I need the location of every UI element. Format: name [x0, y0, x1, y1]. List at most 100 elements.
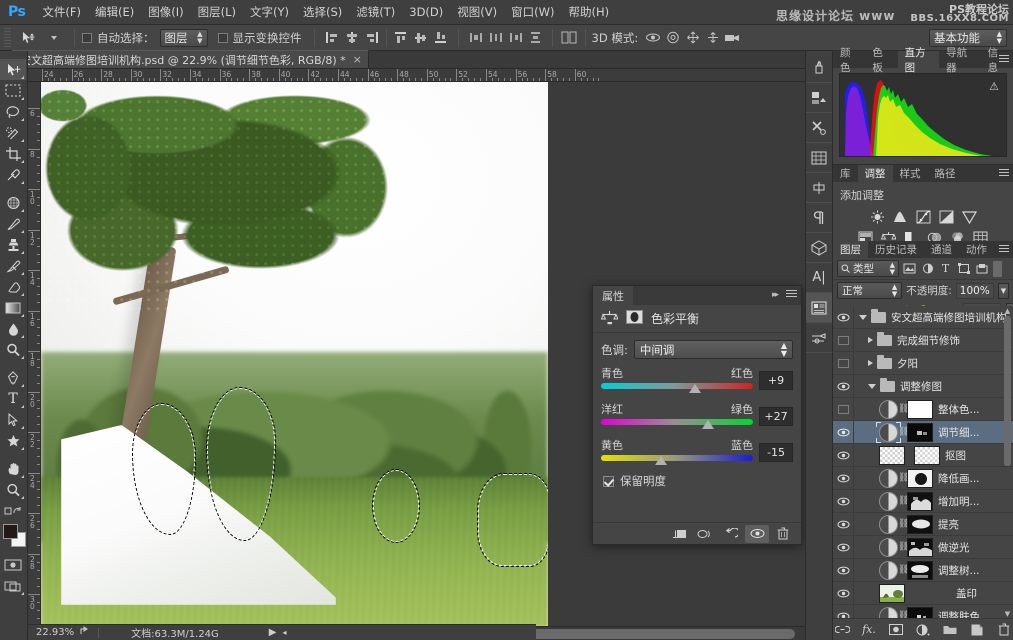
yellow-blue-knob[interactable] — [655, 456, 667, 465]
auto-select-checkbox[interactable] — [82, 33, 92, 43]
magenta-green-value[interactable]: +27 — [759, 407, 793, 426]
filter-smart-objects-icon[interactable] — [974, 261, 989, 277]
selection-marquee-3[interactable] — [373, 470, 419, 542]
character-icon[interactable]: A| — [806, 263, 832, 293]
group-expand-icon[interactable] — [859, 315, 867, 320]
eraser-tool[interactable] — [0, 276, 26, 297]
table-row[interactable]: ⛓ 调整树... — [833, 559, 1013, 582]
status-chevron-icon[interactable]: ▶ — [269, 627, 277, 638]
3d-icon[interactable] — [806, 233, 832, 263]
preserve-luminosity-row[interactable]: 保留明度 — [593, 463, 801, 489]
group-expand-icon[interactable] — [868, 360, 873, 366]
hand-tool[interactable] — [0, 458, 26, 479]
show-transform-checkbox[interactable] — [218, 33, 228, 43]
menu-help[interactable]: 帮助(H) — [561, 0, 616, 24]
tone-dropdown[interactable]: 中间调 ▲▼ — [634, 340, 793, 359]
timeline-icon[interactable] — [806, 143, 832, 173]
layer-name[interactable]: 安文超高端修图培训机构 — [891, 310, 1007, 325]
auto-align-layers-icon[interactable] — [559, 29, 579, 47]
layer-mask-thumbnail[interactable] — [907, 423, 933, 442]
table-row[interactable]: ⛓ 整体色... — [833, 398, 1013, 421]
layer-name[interactable]: 整体色... — [938, 402, 980, 417]
history-brush-tool[interactable] — [0, 255, 26, 276]
adjustment-thumbnail[interactable] — [879, 607, 898, 619]
distribute-horizontal-centers-icon[interactable] — [486, 29, 506, 47]
selection-marquee-4[interactable] — [478, 474, 548, 566]
clip-to-layer-icon[interactable] — [667, 525, 691, 543]
tab-layers[interactable]: 图层 — [833, 241, 868, 258]
layer-filter-type-dropdown[interactable]: 类型 ▲▼ — [837, 260, 899, 277]
layer-visibility-icon[interactable] — [833, 536, 853, 559]
zoom-tool[interactable] — [0, 479, 26, 500]
layer-visibility-icon[interactable] — [833, 306, 853, 329]
tab-histogram[interactable]: 直方图 — [898, 51, 940, 68]
tab-libraries[interactable]: 库 — [833, 165, 858, 182]
layer-name[interactable]: 调整肤色 — [938, 609, 980, 619]
layers-panel-menu-icon[interactable] — [999, 245, 1009, 252]
adjustment-thumbnail[interactable] — [879, 469, 898, 488]
new-adjustment-icon[interactable] — [915, 622, 931, 638]
tab-paths[interactable]: 路径 — [928, 165, 963, 182]
distribute-top-edges-icon[interactable] — [526, 29, 546, 47]
layer-name[interactable]: 做逆光 — [938, 540, 970, 555]
link-layers-icon[interactable] — [834, 622, 850, 638]
blur-tool[interactable] — [0, 318, 26, 339]
magenta-green-track[interactable] — [601, 419, 753, 425]
group-expand-icon[interactable] — [868, 337, 873, 343]
exposure-icon[interactable] — [936, 208, 956, 225]
align-icon[interactable] — [806, 173, 832, 203]
tab-actions[interactable]: 动作 — [959, 241, 994, 258]
opacity-stepper[interactable]: ▼ — [998, 283, 1009, 299]
layer-name[interactable]: 抠图 — [945, 448, 966, 463]
layer-mask-thumbnail[interactable] — [907, 538, 933, 557]
foreground-color-swatch[interactable] — [3, 524, 18, 539]
layer-visibility-icon[interactable] — [833, 513, 853, 536]
layer-mask-thumbnail[interactable] — [907, 469, 933, 488]
table-row[interactable]: ⛓ 降低画... — [833, 467, 1013, 490]
3d-roll-icon[interactable] — [663, 29, 683, 47]
dodge-tool[interactable] — [0, 339, 26, 360]
layer-visibility-icon[interactable] — [833, 421, 853, 444]
move-tool[interactable] — [0, 59, 26, 80]
table-row[interactable]: 盖印 — [833, 582, 1013, 605]
distribute-right-edges-icon[interactable] — [506, 29, 526, 47]
share-icon[interactable] — [80, 626, 92, 639]
table-row[interactable]: ⛓ 调节细... — [833, 421, 1013, 444]
cyan-red-value[interactable]: +9 — [759, 371, 793, 390]
image-canvas[interactable] — [41, 82, 548, 626]
tab-color[interactable]: 颜色 — [833, 51, 865, 68]
3d-orbit-icon[interactable] — [643, 29, 663, 47]
gradient-tool[interactable] — [0, 297, 26, 318]
path-selection-tool[interactable] — [0, 409, 26, 430]
menu-layer[interactable]: 图层(L) — [191, 0, 243, 24]
opacity-value[interactable]: 100% — [956, 283, 994, 299]
align-bottom-edges-icon[interactable] — [431, 29, 451, 47]
curves-icon[interactable] — [913, 208, 933, 225]
brightness-contrast-icon[interactable] — [867, 208, 887, 225]
tab-properties[interactable]: 属性 — [593, 286, 633, 305]
table-row[interactable]: ⛓ 增加明... — [833, 490, 1013, 513]
rectangular-marquee-tool[interactable] — [0, 80, 26, 101]
menu-filter[interactable]: 滤镜(T) — [349, 0, 402, 24]
layer-thumbnail[interactable] — [879, 446, 905, 465]
layer-name[interactable]: 完成细节修饰 — [897, 333, 960, 348]
color-swatch-icon[interactable] — [806, 53, 832, 83]
brush-tool[interactable] — [0, 213, 26, 234]
spot-healing-brush-tool[interactable] — [0, 192, 26, 213]
delete-layer-icon[interactable] — [996, 622, 1012, 638]
blend-mode-dropdown[interactable]: 正常 ▲▼ — [837, 282, 902, 299]
layer-name[interactable]: 调整树... — [938, 563, 980, 578]
move-tool-icon[interactable] — [15, 28, 41, 48]
tab-navigator[interactable]: 导航器 — [939, 51, 981, 68]
tab-swatches[interactable]: 色板 — [865, 51, 897, 68]
layer-visibility-icon[interactable] — [833, 605, 853, 619]
yellow-blue-value[interactable]: -15 — [759, 443, 793, 462]
adjustment-thumbnail[interactable] — [879, 561, 898, 580]
edit-toolbar-icon[interactable] — [0, 500, 26, 521]
filter-adjustment-layers-icon[interactable] — [920, 261, 935, 277]
histogram-warning-icon[interactable]: ⚠ — [989, 80, 999, 93]
lasso-tool[interactable] — [0, 101, 26, 122]
table-row[interactable]: ⛓ 做逆光 — [833, 536, 1013, 559]
levels-icon[interactable] — [890, 208, 910, 225]
screen-mode-toggle[interactable] — [0, 575, 26, 596]
